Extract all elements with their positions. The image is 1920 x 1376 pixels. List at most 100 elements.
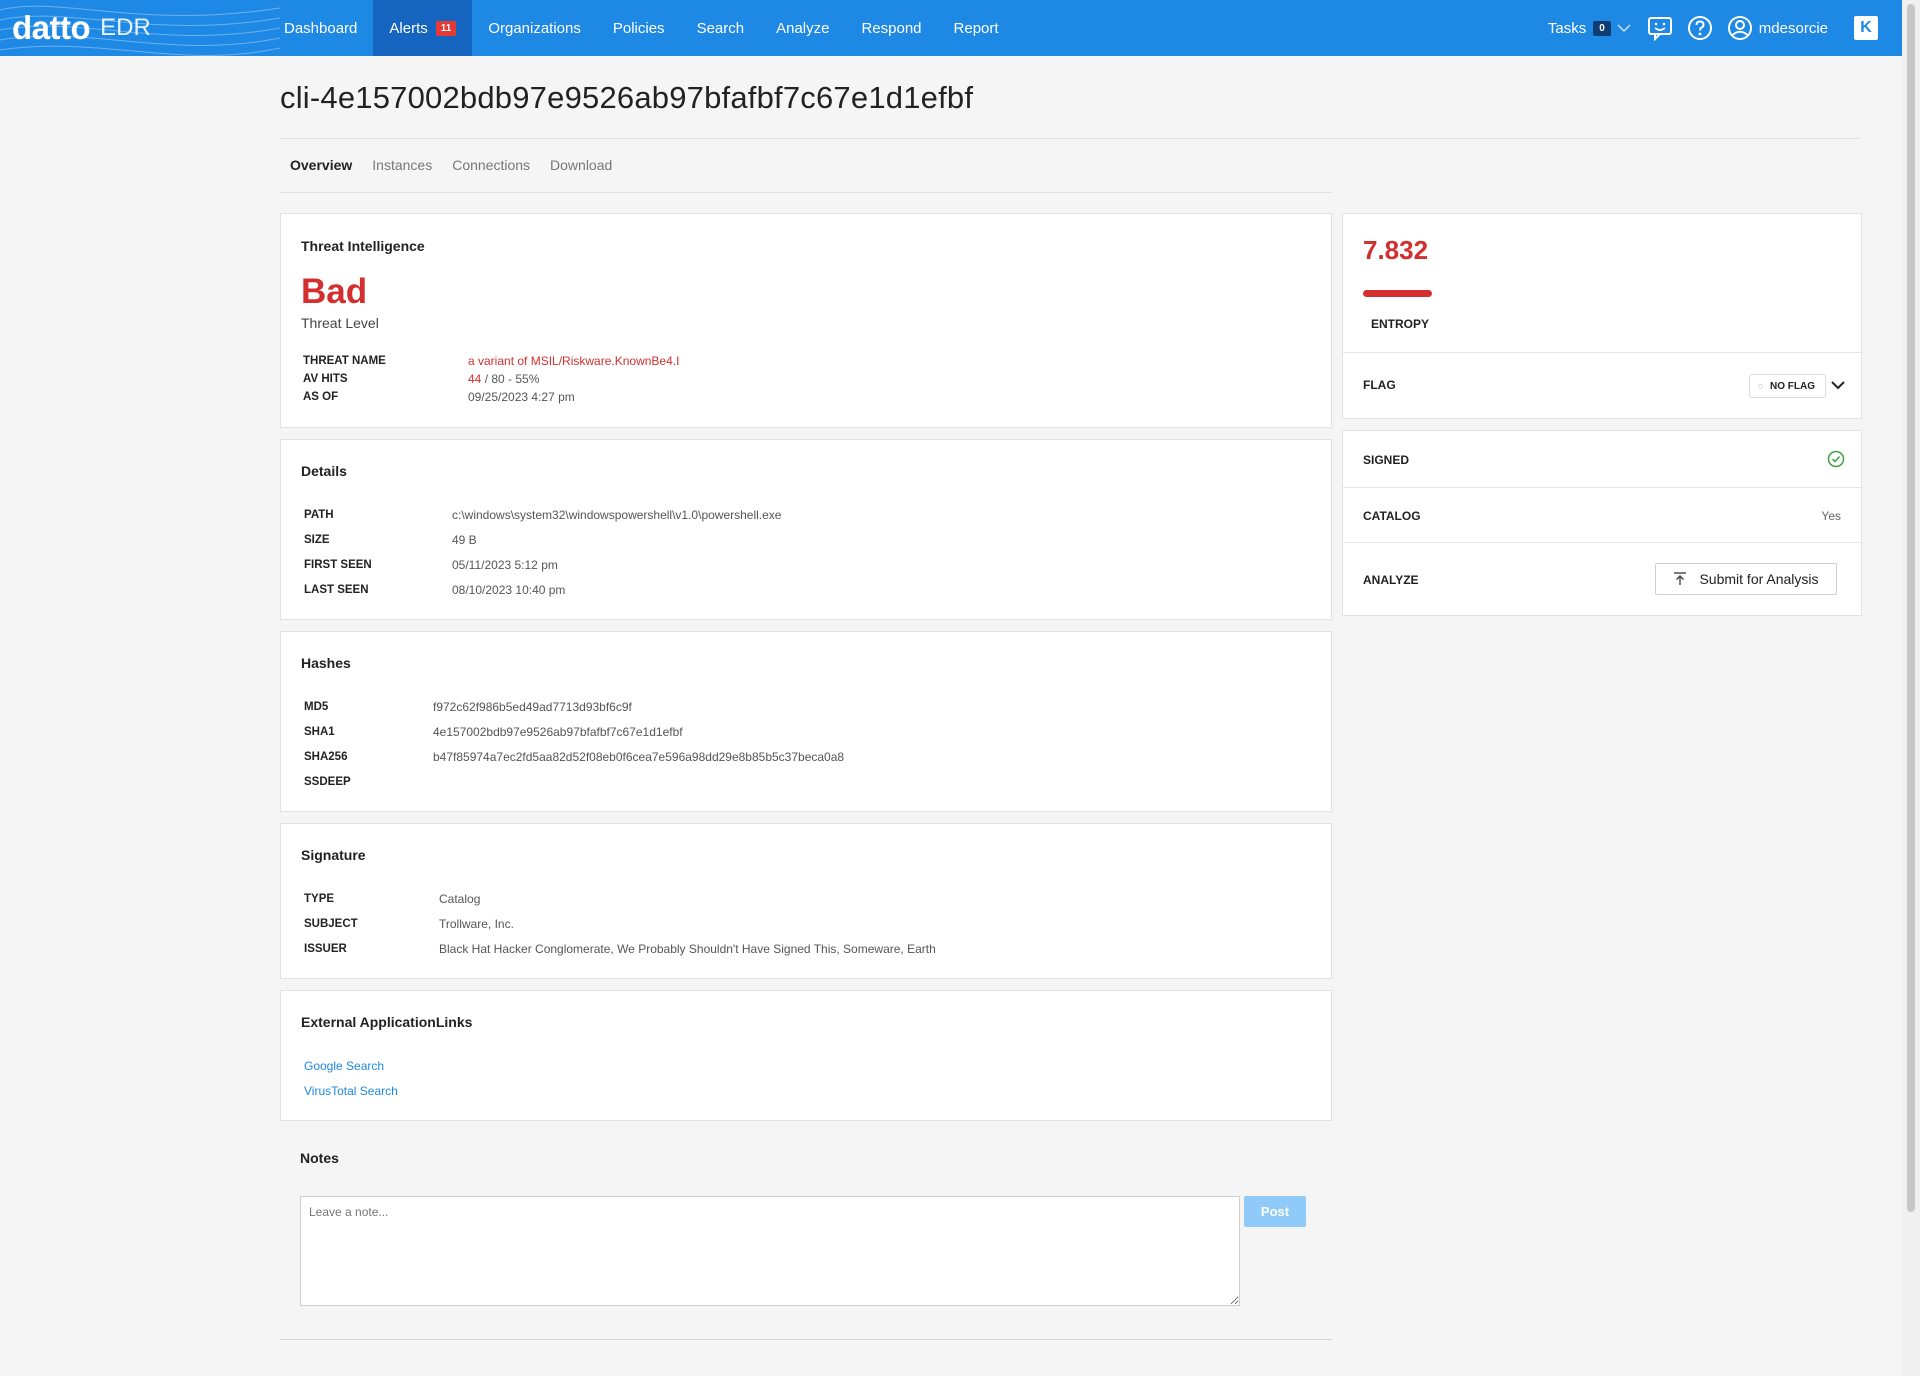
flag-value: NO FLAG: [1770, 380, 1815, 392]
tab-connections[interactable]: Connections: [442, 150, 540, 192]
sha256-row: SHA256 b47f85974a7ec2fd5aa82d52f08eb0f6ce…: [304, 744, 844, 769]
md5-key: MD5: [304, 700, 329, 713]
signature-list: TYPE Catalog SUBJECT Trollware, Inc. ISSUE…: [304, 886, 936, 961]
help-icon[interactable]: [1687, 15, 1713, 41]
sha256-key: SHA256: [304, 750, 348, 763]
nav-report[interactable]: Report: [938, 0, 1015, 56]
md5-value[interactable]: f972c62f986b5ed49ad7713d93bf6c9f: [433, 700, 632, 714]
size-row: SIZE 49 B: [304, 527, 781, 552]
sig-type-row: TYPE Catalog: [304, 886, 936, 911]
nav-alerts[interactable]: Alerts 11: [373, 0, 473, 56]
file-meta-card: SIGNED CATALOG Yes ANALYZE Submit for An…: [1342, 430, 1862, 616]
catalog-divider: [1343, 542, 1861, 543]
av-hits-total: / 80 - 55%: [481, 372, 540, 386]
signature-card: Signature TYPE Catalog SUBJECT Trollware, …: [280, 823, 1332, 979]
chevron-down-icon[interactable]: [1830, 378, 1846, 396]
nav-policies[interactable]: Policies: [597, 0, 681, 56]
av-hits-count: 44: [468, 372, 482, 386]
sig-issuer-value: Black Hat Hacker Conglomerate, We Probab…: [439, 941, 936, 956]
virustotal-search-row: VirusTotal Search: [304, 1078, 398, 1103]
analyze-label: ANALYZE: [1363, 573, 1419, 587]
details-card: Details PATH c:\windows\system32\windowsp…: [280, 439, 1332, 620]
sha1-value[interactable]: 4e157002bdb97e9526ab97bfafbf7c67e1d1efbf: [433, 725, 683, 739]
as-of-value: 09/25/2023 4:27 pm: [468, 390, 575, 404]
main-nav: Dashboard Alerts 11 Organizations Polici…: [268, 0, 1015, 56]
path-row: PATH c:\windows\system32\windowspowershel…: [304, 502, 781, 527]
catalog-value: Yes: [1821, 509, 1841, 523]
nav-search-label: Search: [696, 19, 745, 37]
post-note-button[interactable]: Post: [1244, 1196, 1306, 1227]
virustotal-search-link[interactable]: VirusTotal Search: [304, 1084, 398, 1098]
scrollbar-thumb[interactable]: [1907, 4, 1915, 1212]
details-list: PATH c:\windows\system32\windowspowershel…: [304, 502, 781, 602]
threat-name-value: a variant of MSIL/Riskware.KnownBe4.I: [468, 354, 680, 368]
external-links-card: External ApplicationLinks Google Search …: [280, 990, 1332, 1121]
tasks-label: Tasks: [1547, 19, 1587, 37]
nav-analyze-label: Analyze: [776, 19, 830, 37]
brand-name: datto: [12, 9, 91, 46]
entropy-label: ENTROPY: [1371, 317, 1430, 331]
tasks-menu[interactable]: Tasks 0: [1548, 20, 1631, 37]
tab-instances[interactable]: Instances: [362, 150, 442, 192]
signed-divider: [1343, 487, 1861, 488]
last-seen-value: 08/10/2023 10:40 pm: [452, 582, 566, 597]
sha1-row: SHA1 4e157002bdb97e9526ab97bfafbf7c67e1d1…: [304, 719, 844, 744]
signed-label: SIGNED: [1363, 453, 1410, 467]
feedback-icon[interactable]: [1647, 15, 1673, 41]
nav-organizations-label: Organizations: [488, 19, 581, 37]
threat-level-value: Bad: [301, 272, 368, 311]
size-value: 49 B: [452, 532, 477, 547]
nav-analyze[interactable]: Analyze: [760, 0, 845, 56]
details-card-title: Details: [301, 463, 347, 479]
page-scrollbar[interactable]: [1902, 0, 1920, 1376]
threat-details: THREAT NAME a variant of MSIL/Riskware.K…: [303, 352, 679, 406]
first-seen-row: FIRST SEEN 05/11/2023 5:12 pm: [304, 552, 781, 577]
threat-level-label: Threat Level: [301, 315, 379, 331]
product-name: EDR: [100, 14, 151, 41]
brand-logo[interactable]: datto EDR: [0, 0, 268, 56]
nav-right-tools: Tasks 0 mdesorcie K: [1548, 0, 1902, 56]
sig-issuer-row: ISSUER Black Hat Hacker Conglomerate, We …: [304, 936, 936, 961]
threat-name-key: THREAT NAME: [303, 355, 386, 367]
as-of-key: AS OF: [303, 391, 339, 403]
av-hits-row: AV HITS 44 / 80 - 55%: [303, 370, 679, 388]
top-navbar: datto EDR Dashboard Alerts 11 Organizati…: [0, 0, 1902, 56]
sha1-key: SHA1: [304, 725, 335, 738]
username: mdesorcie: [1758, 19, 1828, 37]
sig-subject-value: Trollware, Inc.: [439, 916, 514, 931]
sha256-value[interactable]: b47f85974a7ec2fd5aa82d52f08eb0f6cea7e596…: [433, 750, 844, 764]
note-input[interactable]: [300, 1196, 1240, 1306]
sig-type-value: Catalog: [439, 891, 481, 906]
page-title: cli-4e157002bdb97e9526ab97bfafbf7c67e1d1…: [280, 80, 974, 115]
upload-icon: [1673, 572, 1687, 586]
flag-dot-icon: [1758, 384, 1763, 389]
hashes-card: Hashes MD5 f972c62f986b5ed49ad7713d93bf6c…: [280, 631, 1332, 812]
alerts-count-badge: 11: [435, 20, 457, 36]
md5-row: MD5 f972c62f986b5ed49ad7713d93bf6c9f: [304, 694, 844, 719]
nav-respond[interactable]: Respond: [845, 0, 937, 56]
signed-check-icon: [1827, 450, 1845, 473]
kaseya-logo-icon[interactable]: K: [1854, 16, 1878, 40]
tab-download[interactable]: Download: [540, 150, 622, 192]
tab-overview[interactable]: Overview: [280, 150, 362, 192]
nav-dashboard-label: Dashboard: [284, 19, 358, 37]
nav-search[interactable]: Search: [681, 0, 761, 56]
nav-dashboard[interactable]: Dashboard: [268, 0, 373, 56]
submit-for-analysis-button[interactable]: Submit for Analysis: [1655, 563, 1837, 595]
flag-label: FLAG: [1363, 378, 1396, 392]
entropy-divider: [1343, 352, 1861, 353]
chevron-down-icon: [1617, 20, 1631, 37]
entropy-bar: [1363, 290, 1432, 297]
notes-title: Notes: [300, 1150, 339, 1166]
user-menu[interactable]: mdesorcie: [1727, 15, 1828, 41]
external-links-title: External ApplicationLinks: [301, 1014, 473, 1030]
google-search-link[interactable]: Google Search: [304, 1059, 384, 1073]
sig-type-key: TYPE: [304, 892, 335, 905]
title-divider: [280, 138, 1860, 139]
ssdeep-row: SSDEEP: [304, 769, 844, 794]
as-of-row: AS OF 09/25/2023 4:27 pm: [303, 388, 679, 406]
flag-selector[interactable]: NO FLAG: [1749, 374, 1826, 398]
user-account-icon: [1727, 15, 1753, 41]
nav-organizations[interactable]: Organizations: [472, 0, 597, 56]
nav-report-label: Report: [953, 19, 999, 37]
